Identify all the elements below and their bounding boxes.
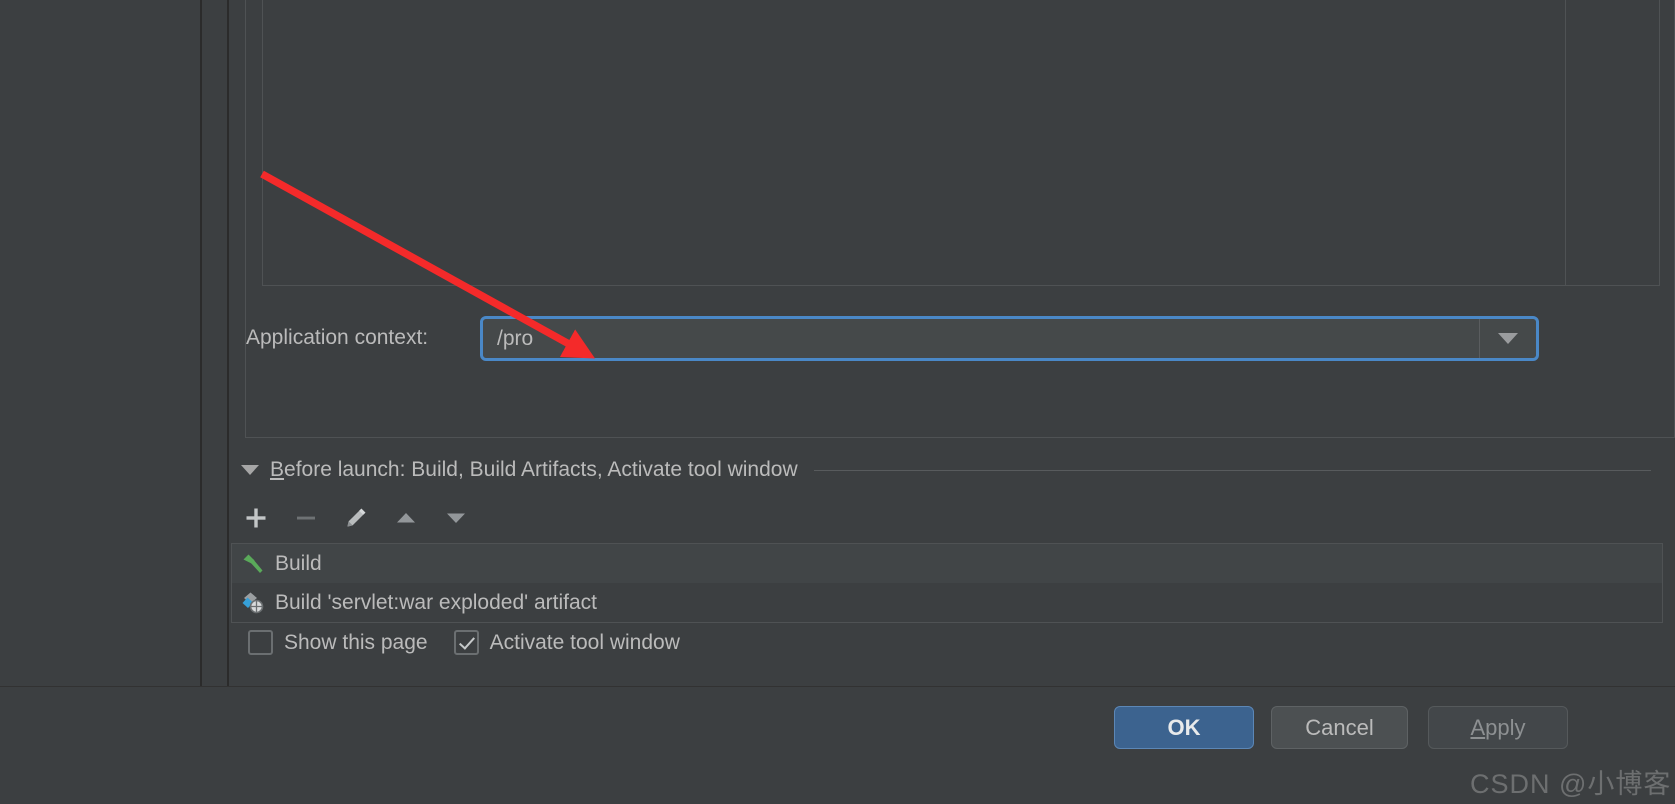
application-context-combobox[interactable] bbox=[480, 316, 1539, 361]
settings-tree-gutter bbox=[204, 0, 229, 686]
arrow-down-icon bbox=[447, 513, 465, 523]
before-launch-title-mnemonic: B bbox=[270, 458, 285, 481]
list-item-label: Build bbox=[275, 551, 322, 575]
show-this-page-checkbox[interactable]: Show this page bbox=[248, 630, 428, 655]
activate-tool-window-checkbox[interactable]: Activate tool window bbox=[453, 630, 680, 655]
application-context-input[interactable] bbox=[483, 319, 1479, 358]
add-task-button[interactable] bbox=[231, 498, 281, 538]
before-launch-title: Before launch: Build, Build Artifacts, A… bbox=[270, 458, 798, 482]
cancel-button[interactable]: Cancel bbox=[1271, 706, 1408, 749]
minus-icon bbox=[297, 516, 315, 520]
table-column-divider bbox=[1565, 0, 1566, 285]
hammer-icon bbox=[243, 554, 263, 573]
remove-task-button[interactable] bbox=[281, 498, 331, 538]
run-configuration-dialog: Application context: Before launch: Buil… bbox=[0, 0, 1675, 804]
deployment-artifact-table[interactable] bbox=[262, 0, 1660, 286]
server-deployment-group: Application context: bbox=[245, 0, 1675, 438]
checkbox-box-unchecked[interactable] bbox=[248, 630, 273, 655]
before-launch-options: Show this page Activate tool window bbox=[231, 630, 680, 655]
pencil-icon bbox=[347, 508, 366, 527]
apply-button[interactable]: Apply bbox=[1428, 706, 1568, 749]
artifact-icon bbox=[242, 592, 264, 613]
triangle-down-icon[interactable] bbox=[241, 465, 259, 475]
activate-tool-window-label: Activate tool window bbox=[489, 630, 680, 654]
apply-button-mnemonic: A bbox=[1470, 714, 1486, 740]
edit-task-button[interactable] bbox=[331, 498, 381, 538]
arrow-up-icon bbox=[397, 513, 415, 523]
dialog-button-bar: OK Cancel Apply bbox=[0, 686, 1675, 804]
application-context-label: Application context: bbox=[246, 326, 429, 349]
move-up-button[interactable] bbox=[381, 498, 431, 538]
move-down-button[interactable] bbox=[431, 498, 481, 538]
checkbox-box-checked[interactable] bbox=[453, 630, 479, 655]
apply-button-rest: pply bbox=[1485, 714, 1526, 740]
list-item[interactable]: Build 'servlet:war exploded' artifact bbox=[232, 583, 1662, 622]
settings-tree-pane[interactable] bbox=[0, 0, 202, 686]
list-item[interactable]: Build bbox=[232, 544, 1662, 583]
before-launch-title-rest: efore launch: Build, Build Artifacts, Ac… bbox=[284, 458, 798, 481]
application-context-row: Application context: bbox=[246, 314, 1674, 364]
chevron-down-icon bbox=[1498, 333, 1518, 344]
application-context-dropdown-button[interactable] bbox=[1479, 319, 1536, 358]
plus-icon bbox=[246, 508, 266, 528]
section-separator-line bbox=[813, 469, 1651, 471]
list-item-label: Build 'servlet:war exploded' artifact bbox=[275, 590, 598, 614]
ok-button[interactable]: OK bbox=[1114, 706, 1254, 749]
before-launch-toolbar bbox=[231, 498, 481, 538]
before-launch-header[interactable]: Before launch: Build, Build Artifacts, A… bbox=[231, 455, 1675, 485]
show-this-page-label: Show this page bbox=[284, 630, 428, 654]
before-launch-task-list[interactable]: Build Build 'servlet:war exploded' artif… bbox=[231, 543, 1663, 623]
